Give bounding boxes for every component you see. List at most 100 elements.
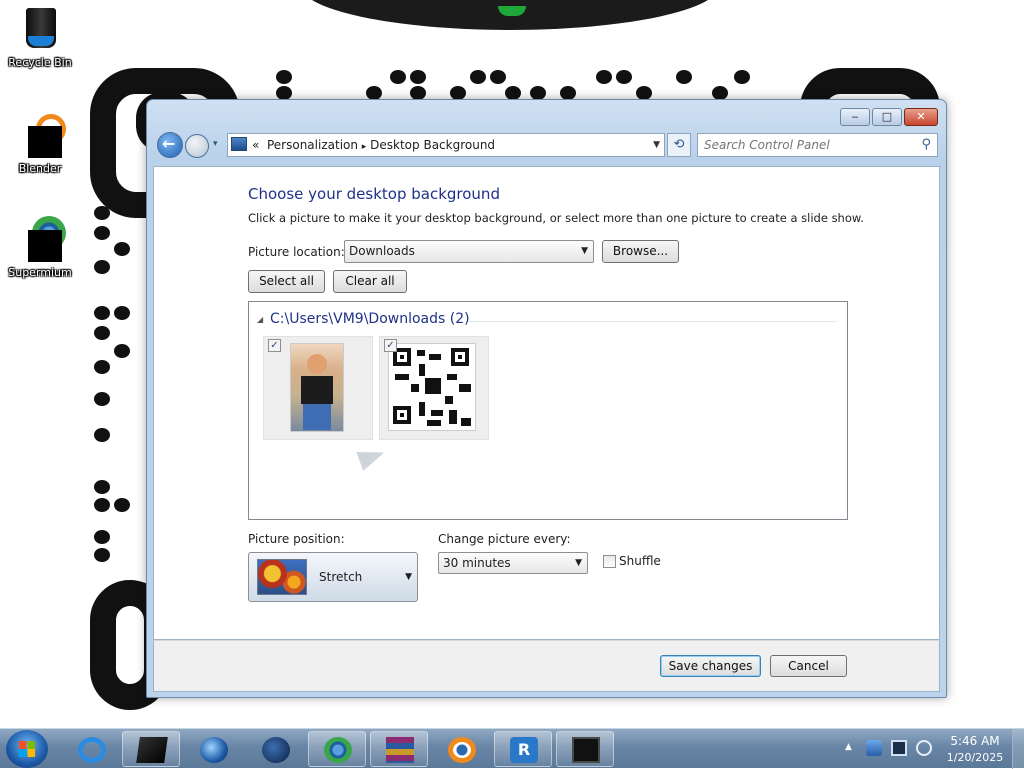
tray-app-icon[interactable] — [866, 740, 882, 756]
network-icon[interactable] — [891, 740, 907, 756]
main-content: Choose your desktop background Click a p… — [153, 166, 940, 640]
search-box[interactable]: ⚲ — [697, 133, 938, 157]
picture-location-value: Downloads — [349, 244, 415, 258]
address-bar[interactable]: « Personalization ▸ Desktop Background ▼ — [227, 133, 665, 157]
picture-checkbox[interactable]: ✓ — [384, 339, 397, 352]
show-desktop-button[interactable] — [1012, 729, 1024, 769]
breadcrumb-separator-icon[interactable]: ▸ — [362, 142, 367, 152]
maximize-icon: □ — [881, 110, 893, 123]
wallpaper-dot — [390, 70, 406, 84]
wallpaper-dot — [636, 86, 652, 100]
search-input[interactable] — [702, 135, 912, 155]
wallpaper-dot — [94, 226, 110, 240]
folder-group-header[interactable]: C:\Users\VM9\Downloads (2) — [270, 311, 470, 327]
group-divider — [469, 321, 837, 322]
winrar-icon — [386, 737, 414, 763]
breadcrumb-desktop-background[interactable]: Desktop Background — [370, 138, 495, 152]
taskbar-black-box-app[interactable] — [122, 731, 180, 767]
wallpaper-dot — [114, 498, 130, 512]
taskbar-terminal-window[interactable] — [556, 731, 614, 767]
picture-tile-photo[interactable]: ✓ — [263, 336, 373, 440]
wallpaper-dot — [94, 498, 110, 512]
wallpaper-dot — [276, 86, 292, 100]
taskbar-internet-explorer[interactable] — [62, 731, 120, 767]
picture-checkbox[interactable]: ✓ — [268, 339, 281, 352]
blender-icon — [448, 737, 476, 763]
breadcrumb-personalization[interactable]: Personalization — [267, 138, 358, 152]
rvc-app-icon: R — [510, 737, 538, 763]
show-hidden-icons-button[interactable]: ▲ — [845, 742, 852, 752]
wallpaper-dot — [114, 344, 130, 358]
wallpaper-dot — [490, 70, 506, 84]
refresh-button[interactable]: ⟲ — [667, 133, 691, 157]
maximize-button[interactable]: □ — [872, 108, 902, 126]
clock-date[interactable]: 1/20/2025 — [940, 751, 1010, 764]
change-picture-interval-dropdown[interactable]: 30 minutes ▼ — [438, 552, 588, 574]
picture-location-label: Picture location: — [248, 245, 345, 259]
taskbar-rvc-app[interactable]: R — [494, 731, 552, 767]
cancel-button[interactable]: Cancel — [770, 655, 847, 677]
wallpaper-dot — [410, 86, 426, 100]
chevron-down-icon: ▼ — [581, 246, 588, 256]
windows-start-icon[interactable] — [6, 730, 48, 768]
search-icon[interactable]: ⚲ — [921, 137, 931, 152]
wallpaper-dot — [276, 70, 292, 84]
taskbar: R ▲ 5:46 AM 1/20/2025 — [0, 728, 1024, 769]
taskbar-blender[interactable] — [432, 731, 490, 767]
back-button[interactable]: ← — [157, 132, 183, 158]
flower-wallpaper-preview — [257, 559, 307, 595]
minimize-button[interactable]: ‒ — [840, 108, 870, 126]
desktop-icon-blender[interactable]: Blender — [4, 112, 76, 175]
picture-position-value: Stretch — [319, 570, 363, 584]
taskbar-globe-app[interactable] — [246, 731, 304, 767]
close-button[interactable]: ✕ — [904, 108, 938, 126]
volume-icon[interactable] — [916, 740, 932, 756]
wallpaper-dot — [94, 428, 110, 442]
wallpaper-dot — [114, 306, 130, 320]
desktop-icon-recycle-bin[interactable]: Recycle Bin — [4, 6, 76, 69]
minimize-icon: ‒ — [851, 110, 859, 123]
desktop-icon-label: Supermium — [8, 266, 72, 279]
chevron-down-icon: ▼ — [575, 558, 582, 568]
taskbar-media-player[interactable] — [184, 731, 242, 767]
page-title: Choose your desktop background — [248, 185, 500, 203]
breadcrumb-overflow[interactable]: « — [252, 138, 259, 152]
shuffle-label[interactable]: Shuffle — [619, 554, 661, 568]
change-picture-value: 30 minutes — [443, 556, 511, 570]
wallpaper-dot — [366, 86, 382, 100]
recent-pages-button[interactable]: ▾ — [213, 139, 218, 149]
clock-time[interactable]: 5:46 AM — [945, 734, 1005, 748]
media-player-icon — [200, 737, 228, 763]
wallpaper-dot — [94, 392, 110, 406]
wallpaper-dot — [712, 86, 728, 100]
desktop-icon-supermium[interactable]: Supermium — [4, 216, 76, 279]
picture-gallery[interactable]: ◢ C:\Users\VM9\Downloads (2) ✓ ✓ — [248, 301, 848, 520]
select-all-button[interactable]: Select all — [248, 270, 325, 293]
shuffle-checkbox[interactable] — [603, 555, 616, 568]
taskbar-winrar[interactable] — [370, 731, 428, 767]
supermium-icon — [324, 737, 352, 763]
picture-position-dropdown[interactable]: Stretch ▼ — [248, 552, 418, 602]
wallpaper-dot — [114, 242, 130, 256]
wallpaper-dot — [530, 86, 546, 100]
desktop-background-window: ‒ □ ✕ ← ▾ « Personalization ▸ Desktop Ba… — [146, 99, 947, 698]
picture-position-label: Picture position: — [248, 532, 345, 546]
wallpaper-dot — [734, 70, 750, 84]
browse-button[interactable]: Browse... — [602, 240, 679, 263]
save-changes-button[interactable]: Save changes — [660, 655, 761, 677]
chevron-down-icon[interactable]: ▼ — [653, 134, 660, 156]
taskbar-supermium[interactable] — [308, 731, 366, 767]
picture-tile-qr[interactable]: ✓ — [379, 336, 489, 440]
change-picture-label: Change picture every: — [438, 532, 571, 546]
wallpaper-dot — [94, 530, 110, 544]
clear-all-button[interactable]: Clear all — [333, 270, 407, 293]
wallpaper-dot — [560, 86, 576, 100]
terminal-window-icon — [572, 737, 600, 763]
wallpaper-dot — [676, 70, 692, 84]
wallpaper-dot — [94, 360, 110, 374]
wallpaper-dot — [94, 206, 110, 220]
collapse-group-icon[interactable]: ◢ — [257, 315, 263, 324]
forward-button[interactable] — [185, 134, 209, 158]
picture-location-dropdown[interactable]: Downloads ▼ — [344, 240, 594, 263]
chevron-down-icon: ▼ — [405, 572, 412, 582]
